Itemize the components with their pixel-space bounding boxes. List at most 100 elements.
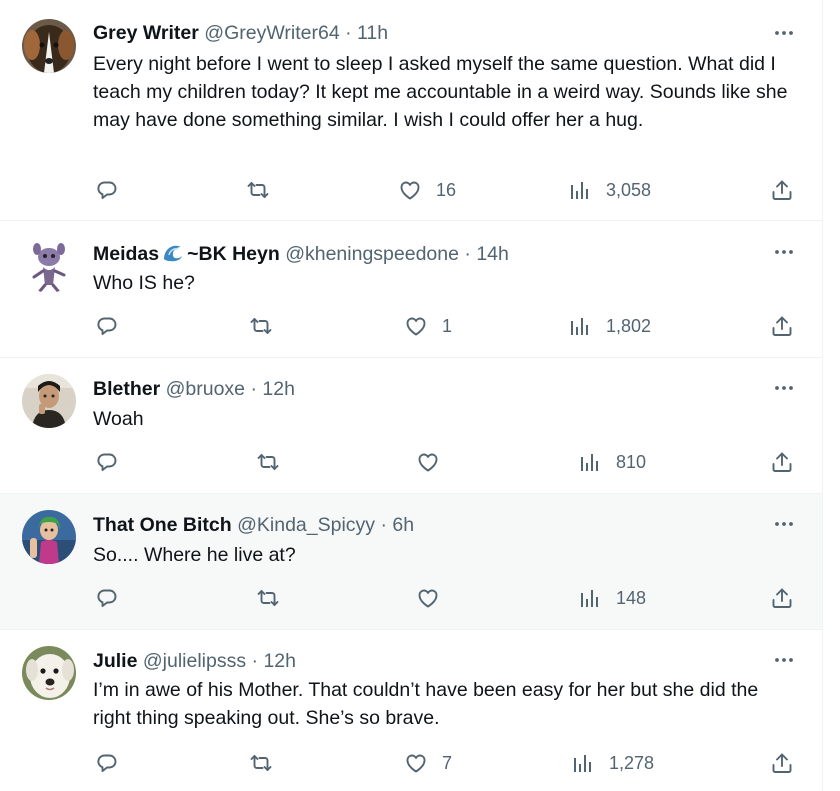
display-name[interactable]: Meidas ~BK Heyn xyxy=(93,243,280,265)
retweet-button[interactable] xyxy=(246,176,270,204)
share-icon xyxy=(770,586,794,610)
more-icon[interactable] xyxy=(772,379,796,397)
wave-emoji-icon xyxy=(164,245,183,262)
tweet-header: Grey Writer @GreyWriter64 · 11h xyxy=(93,21,388,45)
views-button[interactable]: 148 xyxy=(578,584,646,612)
more-icon[interactable] xyxy=(772,651,796,669)
reply-icon xyxy=(95,751,119,775)
share-icon xyxy=(770,178,794,202)
retweet-icon xyxy=(249,751,273,775)
separator: · xyxy=(250,378,257,400)
like-count: 1 xyxy=(442,315,453,336)
view-count: 1,278 xyxy=(609,752,655,773)
feed-border xyxy=(822,0,823,791)
timestamp[interactable]: 11h xyxy=(357,22,388,44)
retweet-icon xyxy=(256,586,280,610)
display-name[interactable]: That One Bitch xyxy=(93,514,232,536)
reply-feed: Grey Writer @GreyWriter64 · 11h Every ni… xyxy=(0,0,823,791)
retweet-icon xyxy=(246,178,270,202)
more-icon[interactable] xyxy=(772,515,796,533)
white-dog-avatar[interactable] xyxy=(22,646,76,700)
views-icon xyxy=(571,751,595,775)
tweet-text: Woah xyxy=(93,408,144,430)
tweet-text: I’m in awe of his Mother. That couldn’t … xyxy=(93,679,759,729)
tweet[interactable]: That One Bitch @Kinda_Spicyy · 6h So....… xyxy=(0,494,822,630)
timestamp[interactable]: 12h xyxy=(262,378,295,400)
cartoon-avatar[interactable] xyxy=(22,510,76,564)
share-button[interactable] xyxy=(770,448,794,476)
retweet-icon xyxy=(256,450,280,474)
share-button[interactable] xyxy=(770,749,794,777)
user-handle[interactable]: @julielipsss xyxy=(143,650,246,672)
reply-icon xyxy=(95,314,119,338)
views-button[interactable]: 3,058 xyxy=(568,176,651,204)
view-count: 3,058 xyxy=(606,179,652,200)
reply-icon xyxy=(95,178,119,202)
tweet[interactable]: Blether @bruoxe · 12h Woah 810 xyxy=(0,358,822,494)
timestamp[interactable]: 14h xyxy=(476,243,509,265)
separator: · xyxy=(345,22,352,44)
share-button[interactable] xyxy=(770,176,794,204)
reply-icon xyxy=(95,450,119,474)
view-count: 1,802 xyxy=(606,315,652,336)
timestamp[interactable]: 6h xyxy=(392,514,414,536)
share-button[interactable] xyxy=(770,584,794,612)
views-button[interactable]: 1,802 xyxy=(568,312,651,340)
retweet-icon xyxy=(249,314,273,338)
display-name[interactable]: Julie xyxy=(93,650,137,672)
like-button[interactable]: 1 xyxy=(404,312,452,340)
views-button[interactable]: 1,278 xyxy=(571,749,654,777)
reply-icon xyxy=(95,586,119,610)
display-name-part: Meidas xyxy=(93,243,160,265)
separator: · xyxy=(251,650,259,672)
tweet-header: Julie @julielipsss · 12h xyxy=(93,649,296,673)
separator: · xyxy=(380,514,387,536)
like-button[interactable] xyxy=(416,448,440,476)
views-icon xyxy=(568,178,592,202)
user-handle[interactable]: @kheningspeedone xyxy=(285,243,459,265)
heart-icon xyxy=(416,450,440,474)
display-name-part: ~BK Heyn xyxy=(187,243,280,265)
like-button[interactable]: 16 xyxy=(398,176,456,204)
dog-avatar[interactable] xyxy=(22,19,76,73)
reply-button[interactable] xyxy=(95,312,119,340)
reply-button[interactable] xyxy=(95,749,119,777)
reply-button[interactable] xyxy=(95,448,119,476)
view-count: 148 xyxy=(616,587,647,608)
more-icon[interactable] xyxy=(772,24,796,42)
display-name[interactable]: Grey Writer xyxy=(93,22,199,44)
like-count: 7 xyxy=(442,752,453,773)
retweet-button[interactable] xyxy=(249,312,273,340)
views-button[interactable]: 810 xyxy=(578,448,646,476)
tweet-header: Blether @bruoxe · 12h xyxy=(93,377,295,401)
share-button[interactable] xyxy=(770,312,794,340)
views-icon xyxy=(578,450,602,474)
like-button[interactable]: 7 xyxy=(404,749,452,777)
share-icon xyxy=(770,450,794,474)
user-handle[interactable]: @Kinda_Spicyy xyxy=(237,514,375,536)
tweet-text: Every night before I went to sleep I ask… xyxy=(93,53,788,131)
more-icon[interactable] xyxy=(772,243,796,261)
person-avatar[interactable] xyxy=(22,374,76,428)
view-count: 810 xyxy=(616,451,647,472)
purple-creature-avatar[interactable] xyxy=(22,239,76,293)
tweet-header: That One Bitch @Kinda_Spicyy · 6h xyxy=(93,513,414,537)
tweet[interactable]: Meidas ~BK Heyn @kheningspeedone · 14h Wh… xyxy=(0,221,822,358)
like-count: 16 xyxy=(436,179,457,200)
timestamp[interactable]: 12h xyxy=(263,650,296,672)
like-button[interactable] xyxy=(416,584,440,612)
tweet[interactable]: Julie @julielipsss · 12h I’m in awe of h… xyxy=(0,630,822,791)
user-handle[interactable]: @GreyWriter64 xyxy=(204,22,339,44)
heart-icon xyxy=(398,178,422,202)
retweet-button[interactable] xyxy=(256,584,280,612)
tweet-text: Who IS he? xyxy=(93,272,195,294)
tweet[interactable]: Grey Writer @GreyWriter64 · 11h Every ni… xyxy=(0,0,822,221)
retweet-button[interactable] xyxy=(249,749,273,777)
reply-button[interactable] xyxy=(95,176,119,204)
separator: · xyxy=(464,243,471,265)
reply-button[interactable] xyxy=(95,584,119,612)
user-handle[interactable]: @bruoxe xyxy=(166,378,245,400)
heart-icon xyxy=(416,586,440,610)
display-name[interactable]: Blether xyxy=(93,378,160,400)
retweet-button[interactable] xyxy=(256,448,280,476)
